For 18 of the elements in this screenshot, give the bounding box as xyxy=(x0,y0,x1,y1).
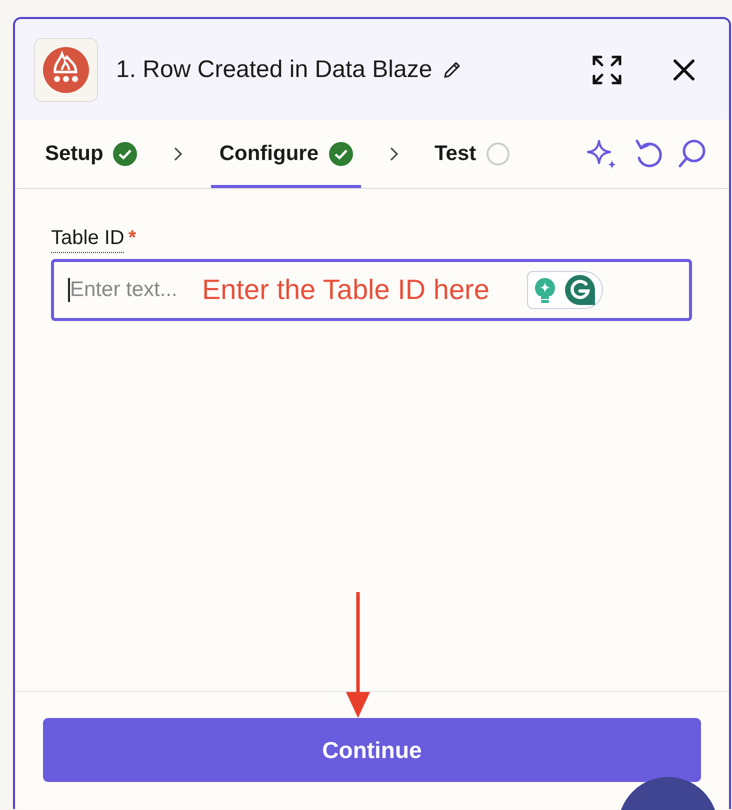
step-tab[interactable]: Configure xyxy=(211,120,360,188)
input-field[interactable]: Enter text... xyxy=(68,278,198,302)
search-icon[interactable] xyxy=(677,139,707,169)
assistant-badge[interactable] xyxy=(527,271,604,309)
undo-icon[interactable] xyxy=(633,138,663,170)
continue-button[interactable]: Continue xyxy=(43,718,701,782)
panel-title: 1. Row Created in Data Blaze xyxy=(116,56,432,84)
required-mark: * xyxy=(128,227,136,250)
step-tab[interactable]: Test xyxy=(426,120,518,188)
chevron-icon xyxy=(173,146,184,162)
chevron-icon xyxy=(388,146,398,162)
edit-icon[interactable] xyxy=(442,60,462,80)
step-tab[interactable]: Setup xyxy=(37,120,146,188)
field-label: Table ID xyxy=(51,227,124,253)
close-icon[interactable] xyxy=(673,58,695,80)
expand-icon[interactable] xyxy=(591,54,623,86)
annotation-text: Enter the Table ID here xyxy=(202,274,490,306)
app-logo-icon xyxy=(34,38,98,102)
